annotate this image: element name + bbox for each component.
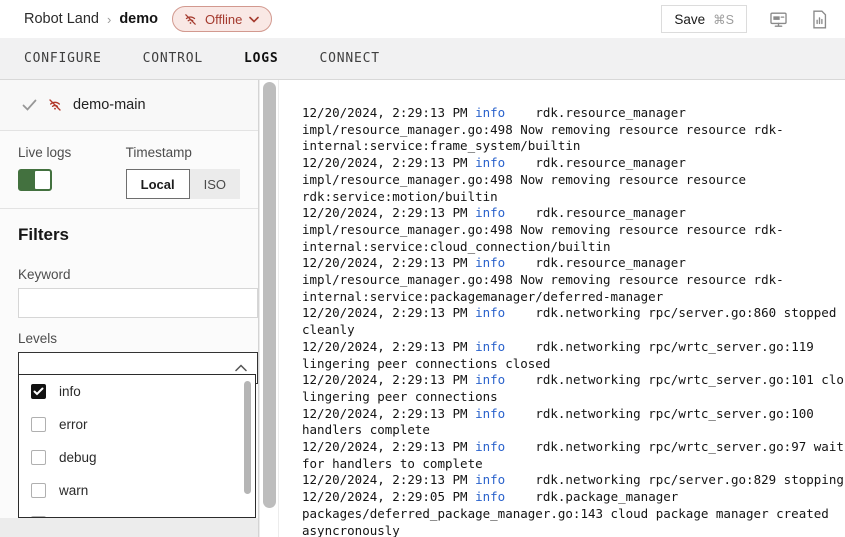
log-level: info bbox=[475, 105, 505, 120]
log-entry: 12/20/2024, 2:29:13 PM info rdk.networki… bbox=[302, 472, 845, 489]
log-timestamp: 12/20/2024, 2:29:13 PM bbox=[302, 305, 468, 320]
timestamp-option-iso[interactable]: ISO bbox=[190, 169, 240, 199]
sidebar-bottom-strip bbox=[0, 518, 258, 537]
levels-dropdown: info error debug warn bbox=[18, 374, 256, 518]
tab-bar: CONFIGURE CONTROL LOGS CONNECT bbox=[0, 38, 845, 80]
log-level: info bbox=[475, 205, 505, 220]
timestamp-label: Timestamp bbox=[126, 145, 240, 160]
log-entry: 12/20/2024, 2:29:13 PM info rdk.networki… bbox=[302, 372, 845, 405]
log-message: rdk.networking rpc/server.go:829 stoppin… bbox=[535, 472, 844, 487]
log-timestamp: 12/20/2024, 2:29:13 PM bbox=[302, 439, 468, 454]
log-level: info bbox=[475, 339, 505, 354]
log-timestamp: 12/20/2024, 2:29:13 PM bbox=[302, 105, 468, 120]
timestamp-segmented-control: Local ISO bbox=[126, 169, 240, 199]
keyword-label: Keyword bbox=[18, 267, 240, 282]
level-option-info[interactable]: info bbox=[19, 375, 255, 408]
log-list: 12/20/2024, 2:29:13 PM info rdk.resource… bbox=[302, 105, 845, 537]
level-option-label: warn bbox=[59, 483, 88, 498]
level-option-label: info bbox=[59, 384, 81, 399]
log-timestamp: 12/20/2024, 2:29:13 PM bbox=[302, 339, 468, 354]
log-timestamp: 12/20/2024, 2:29:13 PM bbox=[302, 472, 468, 487]
log-entry: 12/20/2024, 2:29:13 PM info rdk.resource… bbox=[302, 205, 845, 255]
log-scrollbar-thumb[interactable] bbox=[263, 82, 276, 508]
checkbox-icon[interactable] bbox=[31, 417, 46, 432]
level-option-debug[interactable]: debug bbox=[19, 441, 255, 474]
breadcrumb-machine[interactable]: demo bbox=[119, 11, 158, 27]
log-timestamp: 12/20/2024, 2:29:13 PM bbox=[302, 372, 468, 387]
machine-status-badge[interactable]: Offline bbox=[172, 6, 272, 32]
logs-sidebar: demo-main Live logs Timestamp Local ISO … bbox=[0, 80, 259, 537]
log-scrollbar-track[interactable] bbox=[259, 80, 279, 537]
tab-logs[interactable]: LOGS bbox=[244, 51, 279, 66]
log-entry: 12/20/2024, 2:29:13 PM info rdk.resource… bbox=[302, 155, 845, 205]
log-entry: 12/20/2024, 2:29:13 PM info rdk.resource… bbox=[302, 105, 845, 155]
check-icon bbox=[22, 99, 37, 111]
filters-section: Filters Keyword Levels bbox=[0, 209, 258, 384]
breadcrumb: Robot Land › demo bbox=[24, 11, 158, 27]
log-controls: Live logs Timestamp Local ISO bbox=[0, 131, 258, 209]
tab-connect[interactable]: CONNECT bbox=[320, 51, 380, 66]
level-option-error[interactable]: error bbox=[19, 408, 255, 441]
save-label: Save bbox=[674, 12, 705, 27]
log-pane: 12/20/2024, 2:29:13 PM info rdk.resource… bbox=[279, 80, 845, 537]
wifi-off-icon bbox=[47, 97, 63, 113]
log-timestamp: 12/20/2024, 2:29:13 PM bbox=[302, 255, 468, 270]
keyword-input[interactable] bbox=[18, 288, 258, 318]
log-level: info bbox=[475, 155, 505, 170]
log-timestamp: 12/20/2024, 2:29:13 PM bbox=[302, 406, 468, 421]
levels-label: Levels bbox=[18, 331, 240, 346]
chevron-up-icon bbox=[235, 364, 247, 372]
live-logs-label: Live logs bbox=[18, 145, 126, 160]
app-header: Robot Land › demo Offline Save ⌘S bbox=[0, 0, 845, 38]
chart-file-icon[interactable] bbox=[811, 9, 831, 29]
log-entry: 12/20/2024, 2:29:13 PM info rdk.networki… bbox=[302, 406, 845, 439]
log-level: info bbox=[475, 472, 505, 487]
filters-title: Filters bbox=[18, 225, 240, 245]
log-entry: 12/20/2024, 2:29:13 PM info rdk.networki… bbox=[302, 439, 845, 472]
log-timestamp: 12/20/2024, 2:29:05 PM bbox=[302, 489, 468, 504]
log-level: info bbox=[475, 372, 505, 387]
log-entry: 12/20/2024, 2:29:05 PM info rdk.package_… bbox=[302, 489, 845, 537]
checkbox-icon[interactable] bbox=[31, 450, 46, 465]
chevron-down-icon bbox=[249, 16, 259, 23]
log-entry: 12/20/2024, 2:29:13 PM info rdk.networki… bbox=[302, 305, 845, 338]
tab-configure[interactable]: CONFIGURE bbox=[24, 51, 102, 66]
live-logs-toggle[interactable] bbox=[18, 169, 52, 191]
log-level: info bbox=[475, 305, 505, 320]
status-label: Offline bbox=[205, 12, 242, 27]
log-timestamp: 12/20/2024, 2:29:13 PM bbox=[302, 155, 468, 170]
checkbox-icon[interactable] bbox=[31, 483, 46, 498]
breadcrumb-org[interactable]: Robot Land bbox=[24, 11, 99, 27]
log-level: info bbox=[475, 406, 505, 421]
wifi-off-icon bbox=[183, 12, 198, 27]
level-option-warn[interactable]: warn bbox=[19, 474, 255, 507]
part-row[interactable]: demo-main bbox=[0, 80, 258, 131]
tab-control[interactable]: CONTROL bbox=[143, 51, 203, 66]
dropdown-scrollbar[interactable] bbox=[244, 381, 251, 494]
log-level: info bbox=[475, 439, 505, 454]
checkbox-icon[interactable] bbox=[31, 516, 46, 518]
log-entry: 12/20/2024, 2:29:13 PM info rdk.networki… bbox=[302, 339, 845, 372]
log-timestamp: 12/20/2024, 2:29:13 PM bbox=[302, 205, 468, 220]
part-name: demo-main bbox=[73, 97, 146, 113]
save-shortcut: ⌘S bbox=[713, 12, 734, 27]
level-option-label: error bbox=[59, 417, 88, 432]
save-button[interactable]: Save ⌘S bbox=[661, 5, 747, 33]
level-option-partial[interactable] bbox=[19, 507, 255, 518]
breadcrumb-separator: › bbox=[107, 12, 111, 27]
log-level: info bbox=[475, 255, 505, 270]
level-option-label: debug bbox=[59, 450, 97, 465]
log-entry: 12/20/2024, 2:29:13 PM info rdk.resource… bbox=[302, 255, 845, 305]
checkbox-checked-icon[interactable] bbox=[31, 384, 46, 399]
log-level: info bbox=[475, 489, 505, 504]
timestamp-option-local[interactable]: Local bbox=[126, 169, 190, 199]
monitor-icon[interactable] bbox=[769, 9, 789, 29]
